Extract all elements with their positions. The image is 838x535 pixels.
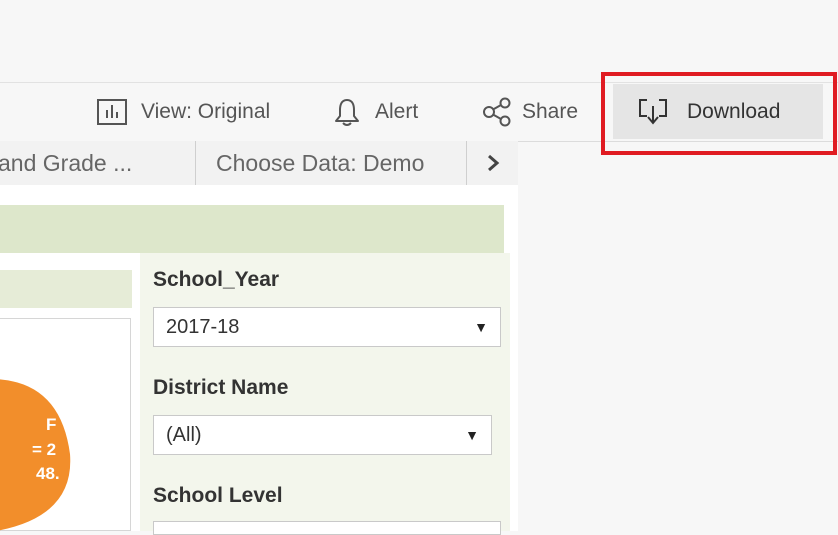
bell-icon — [335, 99, 359, 126]
share-icon — [483, 97, 511, 127]
school-year-dropdown[interactable]: 2017-18 ▼ — [153, 307, 501, 347]
school-year-value: 2017-18 — [166, 315, 240, 338]
alert-label: Alert — [375, 100, 419, 123]
alert-button[interactable]: Alert — [333, 83, 418, 141]
pie-slice-label-line-2: = 2 — [32, 440, 56, 459]
district-name-filter-title: District Name — [153, 376, 289, 399]
top-header-bar — [0, 0, 838, 83]
dropdown-caret-icon: ▼ — [465, 427, 479, 443]
tabs-scroll-right-button[interactable] — [466, 141, 518, 185]
share-label: Share — [522, 100, 579, 123]
view-chart-icon — [97, 99, 127, 125]
school-level-dropdown[interactable] — [153, 521, 501, 535]
download-icon — [639, 98, 667, 125]
school-year-filter-title: School_Year — [153, 268, 280, 291]
district-name-value: (All) — [166, 423, 202, 446]
download-button[interactable]: Download — [613, 84, 823, 139]
pie-slice-label-line-3: 48. — [36, 464, 60, 483]
chevron-right-icon — [487, 154, 499, 172]
school-level-filter-title: School Level — [153, 484, 283, 507]
dashboard-header-band — [0, 205, 504, 253]
view-original-button[interactable]: View: Original — [97, 83, 270, 141]
pie-slice-label-line-1: F — [46, 415, 56, 434]
chart-title-band — [0, 270, 132, 308]
tab-grade-label: and Grade ... — [0, 149, 133, 176]
district-name-dropdown[interactable]: (All) ▼ — [153, 415, 492, 455]
pie-chart-panel: F = 2 48. — [0, 318, 131, 531]
tab-choose-data[interactable]: Choose Data: Demo — [196, 141, 466, 185]
dropdown-caret-icon: ▼ — [474, 319, 488, 335]
tab-choose-data-label: Choose Data: Demo — [216, 149, 425, 176]
download-label: Download — [687, 99, 781, 123]
tab-grade[interactable]: and Grade ... — [0, 141, 196, 185]
sheet-tabs-bar: and Grade ... Choose Data: Demo — [0, 141, 518, 186]
pie-chart: F = 2 48. — [0, 379, 71, 531]
view-original-label: View: Original — [141, 100, 271, 123]
share-button[interactable]: Share — [482, 83, 578, 141]
